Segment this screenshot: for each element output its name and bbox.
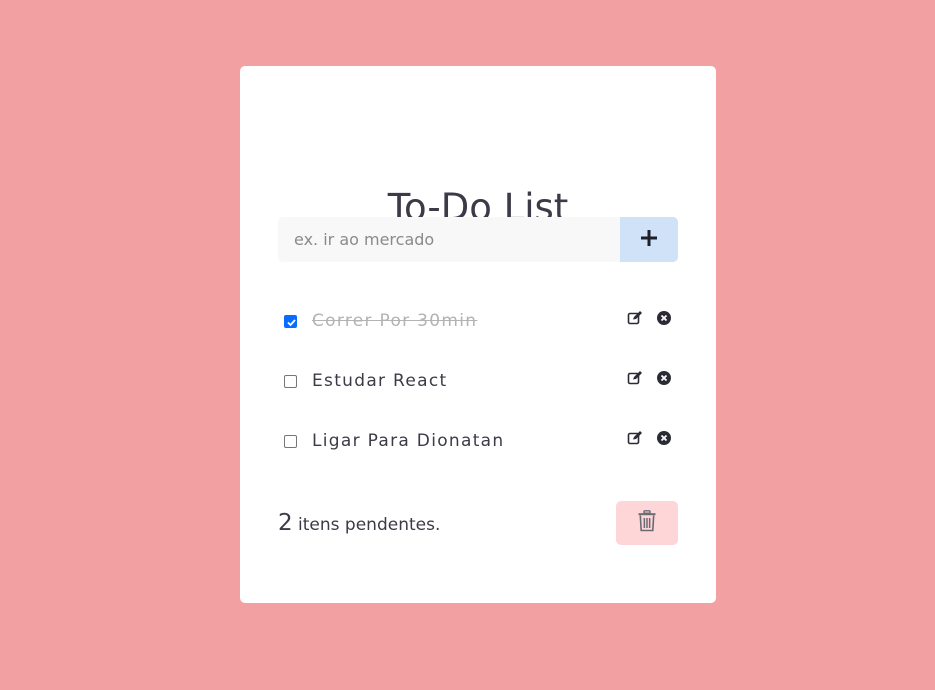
edit-icon[interactable] [627,310,643,326]
trash-icon [638,510,656,536]
list-item: Correr Por 30min [278,291,678,351]
todo-checkbox[interactable] [284,435,297,448]
pending-label: itens pendentes. [298,515,441,535]
todo-text: Estudar React [312,371,448,391]
todo-text: Ligar Para Dionatan [312,431,505,451]
todo-footer: 2 itens pendentes. [278,501,678,546]
todo-card: To-Do List Correr Por 30min [240,66,716,603]
todo-text: Correr Por 30min [312,311,478,331]
delete-icon[interactable] [656,310,672,326]
todo-list: Correr Por 30min Estudar React Ligar Par… [278,291,678,471]
edit-icon[interactable] [627,430,643,446]
delete-icon[interactable] [656,430,672,446]
add-todo-form [278,217,678,262]
todo-checkbox[interactable] [284,375,297,388]
checkmark-icon [287,319,296,327]
add-todo-button[interactable] [620,217,678,262]
pending-count: 2 [278,510,293,536]
new-todo-input[interactable] [278,217,620,262]
todo-checkbox[interactable] [284,315,297,328]
list-item: Estudar React [278,351,678,411]
plus-icon [641,229,657,250]
list-item: Ligar Para Dionatan [278,411,678,471]
clear-completed-button[interactable] [616,501,678,545]
pending-summary: 2 itens pendentes. [278,511,440,537]
delete-icon[interactable] [656,370,672,386]
edit-icon[interactable] [627,370,643,386]
